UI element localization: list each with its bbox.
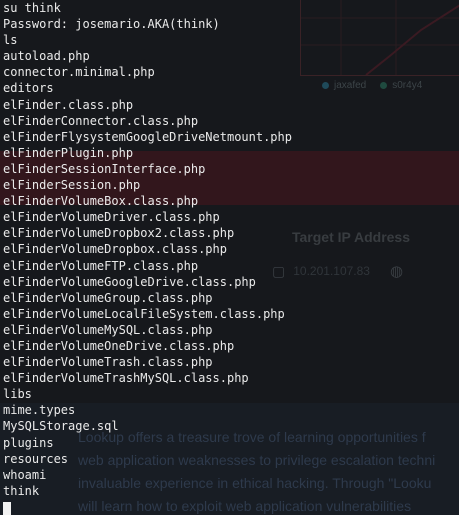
terminal-line: MySQLStorage.sql bbox=[3, 419, 119, 434]
terminal-line: elFinderVolumeBox.class.php bbox=[3, 194, 199, 209]
terminal-line: whoami bbox=[3, 467, 47, 482]
terminal-line: elFinderVolumeGroup.class.php bbox=[3, 290, 213, 305]
terminal-line: su think bbox=[3, 1, 61, 15]
terminal-line: elFinderVolumeOneDrive.class.php bbox=[3, 338, 235, 353]
terminal-line: editors bbox=[3, 81, 54, 96]
terminal-line: plugins bbox=[3, 435, 54, 450]
terminal-line: autoload.php bbox=[3, 49, 90, 64]
terminal-line: elFinderVolumeGoogleDrive.class.php bbox=[3, 274, 256, 289]
terminal-line: elFinderVolumeDropbox.class.php bbox=[3, 242, 227, 257]
terminal-window[interactable]: su think Password: josemario.AKA(think) ls… bbox=[0, 0, 459, 515]
terminal-line: elFinderVolumeFTP.class.php bbox=[3, 258, 199, 273]
terminal-line: elFinderVolumeMySQL.class.php bbox=[3, 322, 213, 337]
terminal-line: mime.types bbox=[3, 403, 76, 418]
terminal-line: resources bbox=[3, 451, 69, 466]
terminal-line: ls bbox=[3, 33, 18, 48]
terminal-line: elFinderVolumeLocalFileSystem.class.php bbox=[3, 306, 285, 321]
terminal-line: elFinderVolumeDropbox2.class.php bbox=[3, 226, 235, 241]
terminal-line: libs bbox=[3, 387, 32, 402]
terminal-line: elFinderConnector.class.php bbox=[3, 113, 199, 128]
terminal-line: elFinderSession.php bbox=[3, 178, 141, 193]
terminal-line: connector.minimal.php bbox=[3, 65, 155, 80]
terminal-prompt-line[interactable] bbox=[3, 499, 459, 515]
terminal-output: su think Password: josemario.AKA(think) ls… bbox=[3, 0, 459, 499]
terminal-line: think bbox=[3, 483, 40, 498]
terminal-line: elFinder.class.php bbox=[3, 97, 134, 112]
terminal-line: elFinderPlugin.php bbox=[3, 145, 134, 160]
terminal-line: elFinderFlysystemGoogleDriveNetmount.php bbox=[3, 129, 292, 144]
terminal-cursor bbox=[3, 501, 11, 515]
terminal-line: elFinderVolumeDriver.class.php bbox=[3, 210, 220, 225]
terminal-line: elFinderSessionInterface.php bbox=[3, 161, 206, 176]
terminal-line: elFinderVolumeTrashMySQL.class.php bbox=[3, 371, 249, 386]
terminal-line: elFinderVolumeTrash.class.php bbox=[3, 355, 213, 370]
terminal-line: Password: josemario.AKA(think) bbox=[3, 17, 220, 32]
